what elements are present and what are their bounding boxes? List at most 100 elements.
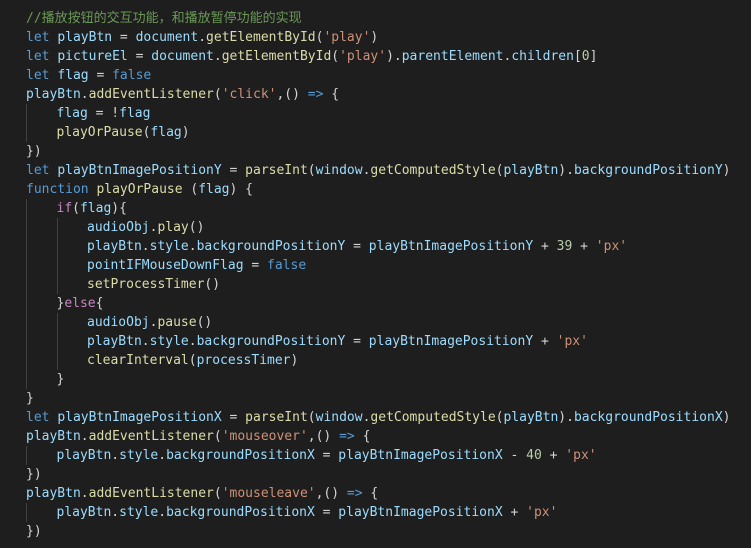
indent-guide <box>26 104 27 123</box>
code-token-op: = <box>127 49 152 64</box>
code-token-op: ). <box>558 410 574 425</box>
code-line-content: audioObj.pause() <box>26 315 212 330</box>
indent-guide <box>26 199 27 218</box>
code-token-var: flag <box>150 125 182 140</box>
code-token-op: { <box>362 486 379 501</box>
code-token-var: flag <box>119 106 151 121</box>
code-token-op: = <box>221 163 246 178</box>
code-line-content: let playBtnImagePositionX = parseInt(win… <box>26 410 730 425</box>
code-token-fn: addEventListener <box>88 429 214 444</box>
code-token-op: }) <box>26 144 42 159</box>
code-token-var: document <box>151 49 214 64</box>
code-token-fn: getComputedStyle <box>370 163 496 178</box>
code-token-op: = <box>112 30 136 45</box>
code-token-op: ) <box>722 163 731 178</box>
code-line: }) <box>26 142 751 161</box>
code-token-num: 40 <box>526 448 542 463</box>
code-token-var: playBtn <box>26 87 81 102</box>
code-token-kw: let <box>26 68 50 83</box>
code-token-op: ( <box>213 87 222 102</box>
code-line: playBtn.style.backgroundPositionY = play… <box>26 332 751 351</box>
code-line: let flag = false <box>26 66 751 85</box>
code-line: }) <box>26 465 751 484</box>
code-token-var: playBtnImagePositionX <box>338 505 503 520</box>
indent-guide <box>26 446 27 465</box>
code-token-op: ). <box>558 163 574 178</box>
code-token-op: ] <box>589 49 598 64</box>
code-line: playBtn.style.backgroundPositionX = play… <box>26 503 751 522</box>
code-line: } <box>26 389 751 408</box>
code-line-content: playBtn.addEventListener('mouseleave',()… <box>26 486 378 501</box>
code-token-op: . <box>158 505 167 520</box>
code-line-content: playBtn.style.backgroundPositionX = play… <box>26 448 597 463</box>
code-token-op: ( <box>188 353 197 368</box>
code-token-op: = <box>88 68 113 83</box>
code-line: playBtn.addEventListener('mouseleave',()… <box>26 484 751 503</box>
code-token-op: . <box>80 486 89 501</box>
code-token-op: ){ <box>111 201 127 216</box>
code-line: playBtn.addEventListener('click',() => { <box>26 85 751 104</box>
code-editor[interactable]: //播放按钮的交互功能，和播放暂停功能的实现 let playBtn = docu… <box>0 0 751 548</box>
code-line-content: let flag = false <box>26 68 151 83</box>
code-line-content: let pictureEl = document.getElementById(… <box>26 49 597 64</box>
code-line: //播放按钮的交互功能，和播放暂停功能的实现 <box>26 9 751 28</box>
code-line-content: }) <box>26 524 42 539</box>
code-line-content: //播放按钮的交互功能，和播放暂停功能的实现 <box>26 11 302 26</box>
code-token-var: parentElement <box>401 49 504 64</box>
code-line-content: function playOrPause (flag) { <box>26 182 253 197</box>
code-line: } <box>26 370 751 389</box>
code-token-op: { <box>354 429 371 444</box>
code-line-content: playBtn.addEventListener('click',() => { <box>26 87 339 102</box>
code-token-op: [ <box>573 49 582 64</box>
code-token-op: + <box>533 239 557 254</box>
code-token-op: . <box>198 30 207 45</box>
code-token-var: processTimer <box>196 353 291 368</box>
code-token-var: playBtnImagePositionX <box>57 410 222 425</box>
code-token-str: 'px' <box>595 239 628 254</box>
code-token-fn: getComputedStyle <box>370 410 496 425</box>
code-line: clearInterval(processTimer) <box>26 351 751 370</box>
code-token-op: - <box>502 448 527 463</box>
code-line: pointIFMouseDownFlag = false <box>26 256 751 275</box>
code-token-var: playBtn <box>56 448 112 463</box>
code-line: flag = !flag <box>26 104 751 123</box>
code-token-op: . <box>80 87 89 102</box>
code-token-fn: play <box>157 220 189 235</box>
code-token-var: flag <box>56 106 88 121</box>
code-token-fn: playOrPause <box>56 125 143 140</box>
code-token-op: ,() <box>276 87 308 102</box>
code-line: let playBtnImagePositionX = parseInt(win… <box>26 408 751 427</box>
indent-guide <box>26 351 27 370</box>
code-token-num: 0 <box>581 49 590 64</box>
code-line-content: audioObj.play() <box>26 220 204 235</box>
code-token-var: backgroundPositionX <box>573 410 723 425</box>
code-line-content: clearInterval(processTimer) <box>26 353 298 368</box>
code-token-op: ) { <box>229 182 253 197</box>
indent-guide <box>26 237 27 256</box>
code-line-content: } <box>26 391 34 406</box>
code-token-var: style <box>149 334 189 349</box>
code-token-op: + <box>572 239 596 254</box>
code-token-var: backgroundPositionY <box>573 163 723 178</box>
code-line: playBtn.addEventListener('mouseover',() … <box>26 427 751 446</box>
code-token-op: ) <box>722 410 731 425</box>
code-token-comment: //播放按钮的交互功能，和播放暂停功能的实现 <box>26 11 302 26</box>
indent-guide <box>56 218 58 237</box>
code-line-content: pointIFMouseDownFlag = false <box>26 258 306 273</box>
code-token-ctrl: else <box>64 296 96 311</box>
code-token-var: playBtn <box>57 30 113 45</box>
code-lines: //播放按钮的交互功能，和播放暂停功能的实现 let playBtn = docu… <box>26 9 751 541</box>
code-token-str: 'px' <box>526 505 558 520</box>
code-line: }) <box>26 522 751 541</box>
code-token-op: = <box>345 334 369 349</box>
code-token-str: 'play' <box>323 30 371 45</box>
code-token-op: + <box>533 334 557 349</box>
code-token-var: backgroundPositionY <box>196 239 346 254</box>
code-token-fn: getElementById <box>221 49 332 64</box>
code-token-op: ) <box>290 353 299 368</box>
code-line: let pictureEl = document.getElementById(… <box>26 47 751 66</box>
indent-guide <box>56 313 58 332</box>
code-token-var: playBtnImagePositionY <box>368 239 534 254</box>
code-token-var: backgroundPositionY <box>196 334 346 349</box>
code-token-var: playBtn <box>503 410 559 425</box>
